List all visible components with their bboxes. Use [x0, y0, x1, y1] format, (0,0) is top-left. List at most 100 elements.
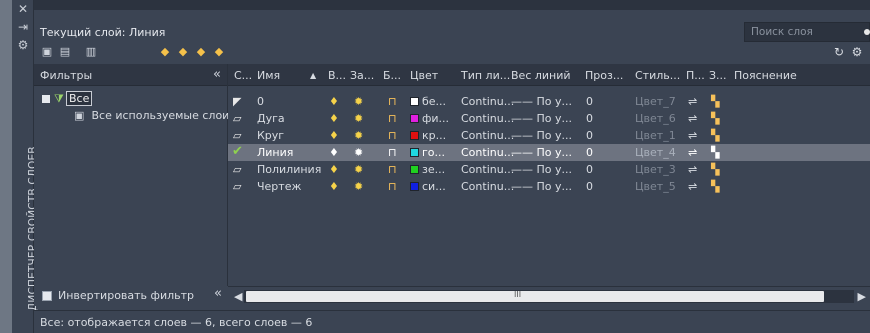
- newvp-freeze-icon[interactable]: ▚: [711, 112, 719, 125]
- layer-name[interactable]: Полилиния: [257, 163, 321, 176]
- plot-icon[interactable]: ⇌: [688, 146, 697, 159]
- bulb-on-icon[interactable]: ♦: [329, 146, 339, 159]
- refresh-icon[interactable]: ↻: [832, 45, 846, 59]
- bulb-on-icon[interactable]: ♦: [329, 112, 339, 125]
- layer-linetype[interactable]: Continu...: [461, 129, 514, 142]
- col-status[interactable]: С...: [234, 69, 252, 82]
- layer-color[interactable]: бе...: [410, 95, 446, 108]
- bulb-on-icon[interactable]: ♦: [329, 180, 339, 193]
- search-box[interactable]: [744, 22, 870, 42]
- layer-color[interactable]: кр...: [410, 129, 446, 142]
- layer-lineweight[interactable]: —— По у...: [511, 95, 572, 108]
- plot-icon[interactable]: ⇌: [688, 180, 697, 193]
- sun-thawed-icon[interactable]: ✹: [354, 112, 363, 125]
- col-description[interactable]: Пояснение: [734, 69, 797, 82]
- layer-linetype[interactable]: Continu...: [461, 146, 514, 159]
- bulb-on-icon[interactable]: ♦: [329, 129, 339, 142]
- layer-color[interactable]: си...: [410, 180, 446, 193]
- layer-row[interactable]: ▱ Круг ♦ ✹ ⊓ кр... Continu... —— По у...…: [228, 127, 870, 144]
- new-group-filter-icon[interactable]: ▤: [58, 45, 72, 59]
- search-input[interactable]: [745, 23, 869, 41]
- collapse-filters-icon[interactable]: «: [213, 67, 221, 82]
- col-on[interactable]: В...: [328, 69, 346, 82]
- layer-transparency[interactable]: 0: [586, 163, 593, 176]
- horizontal-scrollbar[interactable]: ◀ III ▶: [228, 286, 870, 306]
- layer-transparency[interactable]: 0: [586, 180, 593, 193]
- filter-label-all[interactable]: Все: [66, 91, 93, 106]
- layer-name[interactable]: 0: [257, 95, 264, 108]
- layer-states-manager-icon[interactable]: ▥: [84, 45, 98, 59]
- unlocked-icon[interactable]: ⊓: [388, 163, 397, 176]
- layer-linetype[interactable]: Continu...: [461, 180, 514, 193]
- unlocked-icon[interactable]: ⊓: [388, 112, 397, 125]
- collapse-pane-icon[interactable]: «: [214, 286, 222, 301]
- layer-linetype[interactable]: Continu...: [461, 112, 514, 125]
- layer-name[interactable]: Линия: [257, 146, 293, 159]
- col-plot[interactable]: П...: [686, 69, 705, 82]
- plot-icon[interactable]: ⇌: [688, 112, 697, 125]
- sun-thawed-icon[interactable]: ✹: [354, 95, 363, 108]
- set-current-icon[interactable]: ◆: [212, 45, 226, 59]
- layer-color[interactable]: го...: [410, 146, 445, 159]
- delete-layer-icon[interactable]: ◆: [194, 45, 208, 59]
- layer-linetype[interactable]: Continu...: [461, 95, 514, 108]
- layer-name[interactable]: Чертеж: [257, 180, 301, 193]
- col-transparency[interactable]: Проз...: [585, 69, 623, 82]
- layer-row[interactable]: ▱ Дуга ♦ ✹ ⊓ фи... Continu... —— По у...…: [228, 110, 870, 127]
- col-linetype[interactable]: Тип ли...: [461, 69, 510, 82]
- scroll-thumb[interactable]: [246, 291, 824, 302]
- col-lineweight[interactable]: Вес линий: [511, 69, 571, 82]
- layer-transparency[interactable]: 0: [586, 95, 593, 108]
- col-name[interactable]: Имя: [257, 69, 280, 82]
- properties-gear-icon[interactable]: ⚙: [16, 38, 30, 52]
- new-layer-icon[interactable]: ◆: [158, 45, 172, 59]
- plot-icon[interactable]: ⇌: [688, 129, 697, 142]
- new-layer-vp-frozen-icon[interactable]: ◆: [176, 45, 190, 59]
- layer-lineweight[interactable]: —— По у...: [511, 129, 572, 142]
- settings-gear-icon[interactable]: ⚙: [850, 45, 864, 59]
- search-icon[interactable]: [864, 29, 870, 35]
- layer-row[interactable]: ◤ 0 ♦ ✹ ⊓ бе... Continu... —— По у... 0 …: [228, 93, 870, 110]
- layer-color[interactable]: зе...: [410, 163, 445, 176]
- newvp-freeze-icon[interactable]: ▚: [711, 180, 719, 193]
- unlocked-icon[interactable]: ⊓: [388, 95, 397, 108]
- layer-row[interactable]: ▱ Полилиния ♦ ✹ ⊓ зе... Continu... —— По…: [228, 161, 870, 178]
- newvp-freeze-icon[interactable]: ▚: [711, 129, 719, 142]
- sun-thawed-icon[interactable]: ✹: [354, 129, 363, 142]
- layer-linetype[interactable]: Continu...: [461, 163, 514, 176]
- filter-label-used[interactable]: Все используемые слои: [92, 109, 230, 122]
- bulb-on-icon[interactable]: ♦: [329, 95, 339, 108]
- layer-lineweight[interactable]: —— По у...: [511, 180, 572, 193]
- unlocked-icon[interactable]: ⊓: [388, 180, 397, 193]
- col-lock[interactable]: Б...: [383, 69, 401, 82]
- col-color[interactable]: Цвет: [410, 69, 438, 82]
- layer-transparency[interactable]: 0: [586, 112, 593, 125]
- scroll-right-icon[interactable]: ▶: [858, 290, 866, 303]
- newvp-freeze-icon[interactable]: ▚: [711, 163, 719, 176]
- layer-lineweight[interactable]: —— По у...: [511, 146, 572, 159]
- col-freeze[interactable]: За...: [350, 69, 374, 82]
- unlocked-icon[interactable]: ⊓: [388, 129, 397, 142]
- layer-transparency[interactable]: 0: [586, 129, 593, 142]
- layer-name[interactable]: Дуга: [257, 112, 285, 125]
- scroll-left-icon[interactable]: ◀: [234, 290, 242, 303]
- sun-thawed-icon[interactable]: ✹: [354, 180, 363, 193]
- collapse-node-icon[interactable]: [42, 95, 50, 103]
- layer-lineweight[interactable]: —— По у...: [511, 112, 572, 125]
- layer-row[interactable]: ▱ Чертеж ♦ ✹ ⊓ си... Continu... —— По у.…: [228, 178, 870, 195]
- layer-color[interactable]: фи...: [410, 112, 449, 125]
- col-plotstyle[interactable]: Стиль...: [635, 69, 680, 82]
- layer-lineweight[interactable]: —— По у...: [511, 163, 572, 176]
- col-newvp[interactable]: З...: [709, 69, 727, 82]
- bulb-on-icon[interactable]: ♦: [329, 163, 339, 176]
- layer-row-current[interactable]: ✔ Линия ♦ ✹ ⊓ го... Continu... —— По у..…: [228, 144, 870, 161]
- plot-icon[interactable]: ⇌: [688, 163, 697, 176]
- invert-filter-checkbox[interactable]: [42, 291, 52, 301]
- sun-thawed-icon[interactable]: ✹: [354, 163, 363, 176]
- sun-thawed-icon[interactable]: ✹: [354, 146, 363, 159]
- layer-transparency[interactable]: 0: [586, 146, 593, 159]
- close-icon[interactable]: ✕: [16, 2, 30, 16]
- newvp-freeze-icon[interactable]: ▚: [711, 146, 719, 159]
- new-property-filter-icon[interactable]: ▣: [40, 45, 54, 59]
- filter-node-used[interactable]: ▣ Все используемые слои: [74, 109, 229, 122]
